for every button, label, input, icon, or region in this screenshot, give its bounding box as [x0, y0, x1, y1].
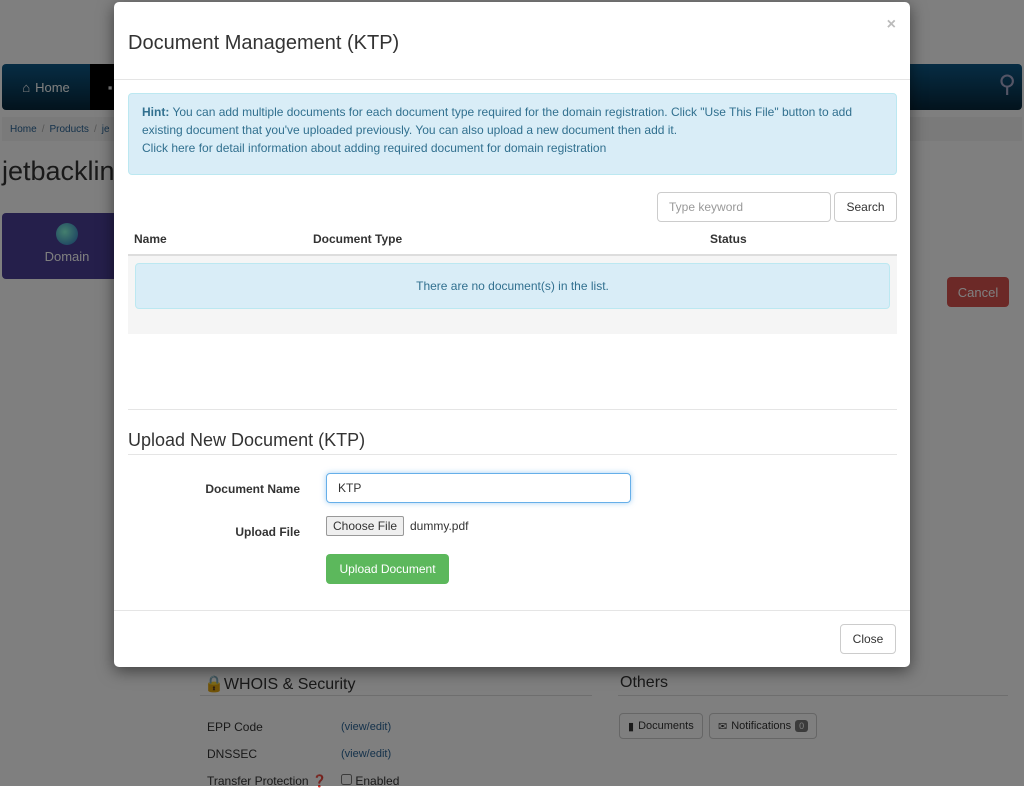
upload-file-label: Upload File: [235, 525, 300, 539]
modal-header: Document Management (KTP): [114, 2, 910, 80]
document-name-input[interactable]: KTP: [326, 473, 631, 503]
search-button[interactable]: Search: [834, 192, 897, 222]
upload-heading: Upload New Document (KTP): [128, 430, 366, 450]
close-icon[interactable]: ×: [887, 16, 896, 34]
hint-text: You can add multiple documents for each …: [142, 105, 853, 137]
empty-message: There are no document(s) in the list.: [135, 263, 890, 309]
col-status: Status: [710, 232, 747, 246]
hint-link[interactable]: Click here: [142, 141, 195, 155]
selected-file-name: dummy.pdf: [410, 519, 469, 533]
modal-title: Document Management (KTP): [128, 32, 400, 54]
choose-file-button[interactable]: Choose File: [326, 516, 405, 536]
close-button[interactable]: Close: [840, 624, 896, 654]
document-name-label: Document Name: [205, 482, 300, 496]
col-document-type: Document Type: [313, 232, 403, 246]
keyword-input[interactable]: Type keyword: [657, 192, 831, 222]
document-management-modal: Document Management (KTP) × Hint: You ca…: [114, 2, 910, 667]
hint-label: Hint:: [142, 105, 170, 119]
col-name: Name: [134, 232, 167, 246]
hint-alert: Hint: You can add multiple documents for…: [128, 93, 897, 175]
hint-link-rest: for detail information about adding requ…: [195, 141, 607, 155]
upload-document-button[interactable]: Upload Document: [326, 554, 449, 584]
